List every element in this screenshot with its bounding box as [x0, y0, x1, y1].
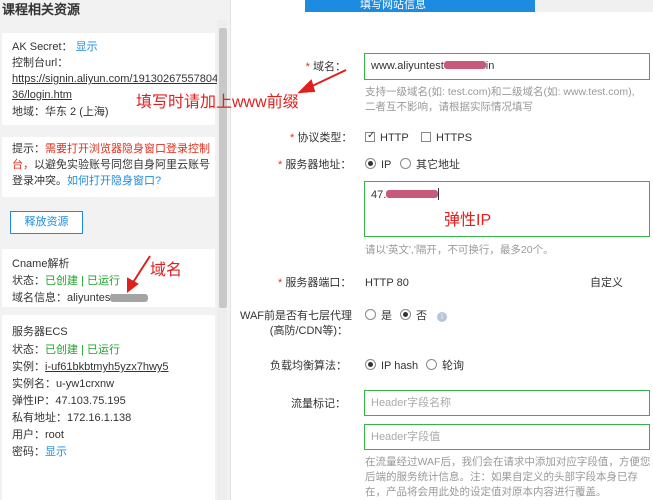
domain-arrow-head — [127, 277, 139, 294]
annotation-arrows — [127, 69, 347, 294]
www-arrow-head — [297, 79, 316, 94]
annotation-www-prefix: 填写时请加上www前缀 — [136, 94, 299, 111]
annotation-eip: 弹性IP — [444, 212, 492, 229]
domain-arrow-line — [131, 255, 151, 285]
annotation-domain: 域名 — [150, 262, 183, 279]
www-arrow-line — [307, 69, 347, 89]
